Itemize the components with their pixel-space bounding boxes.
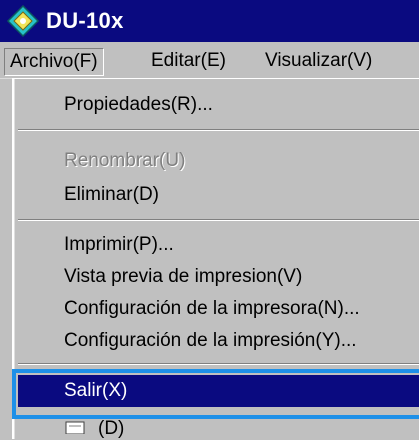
menu-item-vista-previa[interactable]: Vista previa de impresion(V) [18, 261, 419, 293]
menu-archivo[interactable]: Archivo(F) [4, 48, 104, 76]
document-icon [65, 421, 85, 434]
menu-separator [18, 219, 419, 221]
menu-item-config-impresora[interactable]: Configuración de la impresora(N)... [18, 293, 419, 325]
window-title: DU-10x [46, 8, 124, 33]
menu-editar[interactable]: Editar(E) [146, 48, 231, 76]
menu-bar: Archivo(F) Editar(E) Visualizar(V) [0, 42, 419, 79]
menu-separator [18, 363, 419, 365]
menu-visualizar[interactable]: Visualizar(V) [260, 48, 377, 76]
menu-separator [18, 129, 419, 131]
menu-item-propiedades[interactable]: Propiedades(R)... [18, 89, 419, 121]
menu-item-eliminar[interactable]: Eliminar(D) [18, 179, 419, 211]
menu-item-renombrar: Renombrar(U) [64, 150, 186, 171]
partial-menu-item-label: (D) [98, 418, 125, 439]
menu-item-imprimir[interactable]: Imprimir(P)... [18, 229, 419, 261]
title-bar[interactable]: DU-10x [0, 0, 419, 42]
menu-item-config-impresion[interactable]: Configuración de la impresión(Y)... [18, 325, 419, 357]
app-diamond-icon [6, 4, 40, 38]
archivo-dropdown-menu: Propiedades(R)... Renombrar(U) Eliminar(… [12, 78, 419, 439]
menu-item-salir[interactable]: Salir(X) [18, 375, 419, 407]
